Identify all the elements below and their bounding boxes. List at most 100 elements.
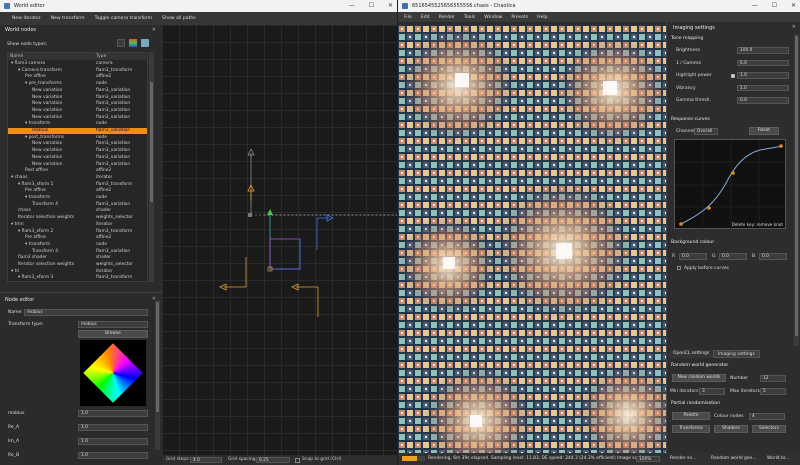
tone-row-field[interactable]: 100.0: [737, 47, 789, 54]
chaotica-maximize-icon[interactable]: ☐: [772, 0, 777, 12]
origin-handle[interactable]: [248, 213, 252, 217]
tree-row[interactable]: ▾ flam3_xform 2 flam3_transform: [8, 229, 147, 235]
tree-row[interactable]: Pre affine affine2: [8, 74, 147, 80]
rgb-field[interactable]: 0.0: [759, 253, 787, 260]
tree-row[interactable]: New variation flam3_variation: [8, 162, 147, 168]
tree-row[interactable]: Post affine affine2: [8, 168, 147, 174]
tab-random-world-gen[interactable]: Random world gen...: [707, 455, 761, 463]
chaotica-close-icon[interactable]: ✕: [791, 0, 796, 12]
tree-row[interactable]: New variation flam3_variation: [8, 115, 147, 121]
world-node-tree[interactable]: Name Type ▾ flam3 camera camera ▾ Camera t…: [7, 52, 148, 282]
menu-edit[interactable]: Edit: [421, 15, 430, 20]
menu-presets[interactable]: Presets: [511, 15, 528, 20]
name-field[interactable]: mobius: [24, 309, 148, 316]
number-field[interactable]: 12: [760, 375, 786, 382]
tree-row[interactable]: ▾ flam3 camera camera: [8, 61, 147, 67]
tab-opencl-settings[interactable]: OpenCL settings: [669, 350, 714, 358]
maximize-icon[interactable]: ☐: [369, 0, 374, 12]
highlight-power-checkbox[interactable]: [731, 74, 735, 78]
max-iterators-field[interactable]: 5: [760, 388, 786, 395]
tree-row[interactable]: ▾ transform node: [8, 242, 147, 248]
browse-button[interactable]: Browse: [78, 330, 148, 338]
tree-row[interactable]: Transform 4 flam3_variation: [8, 249, 147, 255]
tree-row[interactable]: mobius flam3_variation: [8, 128, 147, 135]
render-preview[interactable]: [398, 25, 666, 453]
tab-render-settings[interactable]: Render se...: [666, 455, 700, 463]
colour-filter-icon[interactable]: [129, 39, 137, 47]
selectors-button[interactable]: Selectors: [752, 425, 786, 433]
tree-row[interactable]: New variation flam3_variation: [8, 108, 147, 114]
new-iterator-button[interactable]: New iterator: [12, 16, 41, 21]
tab-imaging-settings[interactable]: Imaging settings: [713, 350, 760, 358]
settings-scrollbar[interactable]: [794, 34, 799, 346]
tree-scrollbar-thumb[interactable]: [150, 82, 153, 202]
tree-row[interactable]: Iterator selection weights weights_select…: [8, 215, 147, 221]
show-all-paths-button[interactable]: Show all paths: [162, 16, 196, 21]
param-field[interactable]: 1.0: [78, 410, 148, 417]
cube-filter-icon[interactable]: [141, 39, 149, 47]
tree-row[interactable]: ▾ post_transforms node: [8, 135, 147, 141]
colour-nodes-field[interactable]: 4: [749, 413, 785, 420]
purple-square[interactable]: [269, 238, 301, 270]
tree-row[interactable]: ▾ flam3_xform 3 flam3_transform: [8, 275, 147, 281]
rgb-field[interactable]: 0.0: [719, 253, 747, 260]
tree-row[interactable]: chaos shader: [8, 208, 147, 214]
tree-row[interactable]: Transform 4 flam3_variation: [8, 202, 147, 208]
chaotica-minimize-icon[interactable]: —: [752, 0, 758, 12]
grid-steps-field[interactable]: 4.0: [190, 456, 222, 463]
shaders-button[interactable]: Shaders: [714, 425, 748, 433]
transforms-button[interactable]: Transforms: [672, 425, 710, 433]
rgb-field[interactable]: 0.0: [679, 253, 707, 260]
param-field[interactable]: 1.0: [78, 452, 148, 459]
tone-row-field[interactable]: 1.0: [737, 72, 789, 79]
curve-knot-0[interactable]: [679, 222, 683, 226]
tone-row-field[interactable]: 0.0: [737, 97, 789, 104]
curve-knot-1[interactable]: [707, 206, 711, 210]
tab-world-browser[interactable]: World br...: [763, 455, 793, 463]
param-field[interactable]: 1.0: [78, 438, 148, 445]
tree-row[interactable]: Pre affine affine2: [8, 235, 147, 241]
zoom-select[interactable]: 100%: [636, 455, 660, 462]
tree-row[interactable]: New variation flam3_variation: [8, 88, 147, 94]
tree-scrollbar[interactable]: [149, 52, 154, 282]
new-transform-button[interactable]: New transform: [51, 16, 85, 21]
node-editor-scrollbar-thumb[interactable]: [156, 302, 159, 412]
tree-row[interactable]: ▾ transform node: [8, 121, 147, 127]
apply-before-curves-checkbox[interactable]: [677, 266, 681, 270]
new-random-worlds-button[interactable]: New random worlds: [672, 374, 726, 382]
reset-curve-button[interactable]: Reset: [749, 127, 779, 135]
node-editor-scrollbar[interactable]: [155, 300, 160, 450]
settings-close-icon[interactable]: ✕: [792, 24, 796, 30]
column-header-name[interactable]: Name: [10, 54, 23, 59]
minimize-icon[interactable]: —: [349, 0, 355, 12]
tree-row[interactable]: New variation flam3_variation: [8, 148, 147, 154]
menu-file[interactable]: File: [404, 15, 412, 20]
menu-tools[interactable]: Tools: [464, 15, 475, 20]
tree-row[interactable]: New variation flam3_variation: [8, 101, 147, 107]
toggle-camera-transform-button[interactable]: Toggle camera transform: [95, 16, 153, 21]
tree-row[interactable]: flam3 shader shader: [8, 255, 147, 261]
tree-row[interactable]: New variation flam3_variation: [8, 95, 147, 101]
response-curve-editor[interactable]: Delete key: remove knot: [674, 139, 787, 230]
min-iterators-field[interactable]: 3: [699, 388, 725, 395]
tree-row[interactable]: New variation flam3_variation: [8, 155, 147, 161]
tree-row[interactable]: ▾ chaos iterator: [8, 175, 147, 181]
tree-row[interactable]: ▾ pre_transforms node: [8, 81, 147, 87]
grid-spacing-field[interactable]: 0.25: [256, 456, 290, 463]
tone-row-field[interactable]: 1.0: [737, 84, 789, 91]
node-type-filter-icon[interactable]: [117, 39, 125, 47]
channel-select[interactable]: Overall: [694, 128, 718, 135]
column-header-type[interactable]: Type: [96, 54, 106, 59]
tree-row[interactable]: ▾ Camera transform flam3_transform: [8, 68, 147, 74]
green-arrow[interactable]: [267, 209, 273, 215]
close-icon[interactable]: ✕: [388, 0, 393, 12]
tree-row[interactable]: Pre affine affine2: [8, 188, 147, 194]
transform-type-select[interactable]: mobius: [78, 321, 148, 328]
palette-button[interactable]: Palette: [672, 412, 710, 420]
curve-knot-2[interactable]: [731, 171, 735, 175]
settings-scrollbar-thumb[interactable]: [795, 36, 798, 336]
snap-checkbox[interactable]: [295, 457, 300, 463]
tree-row[interactable]: ▾ trim iterator: [8, 222, 147, 228]
tree-row[interactable]: ▾ tri iterator: [8, 269, 147, 275]
param-field[interactable]: 1.0: [78, 424, 148, 431]
